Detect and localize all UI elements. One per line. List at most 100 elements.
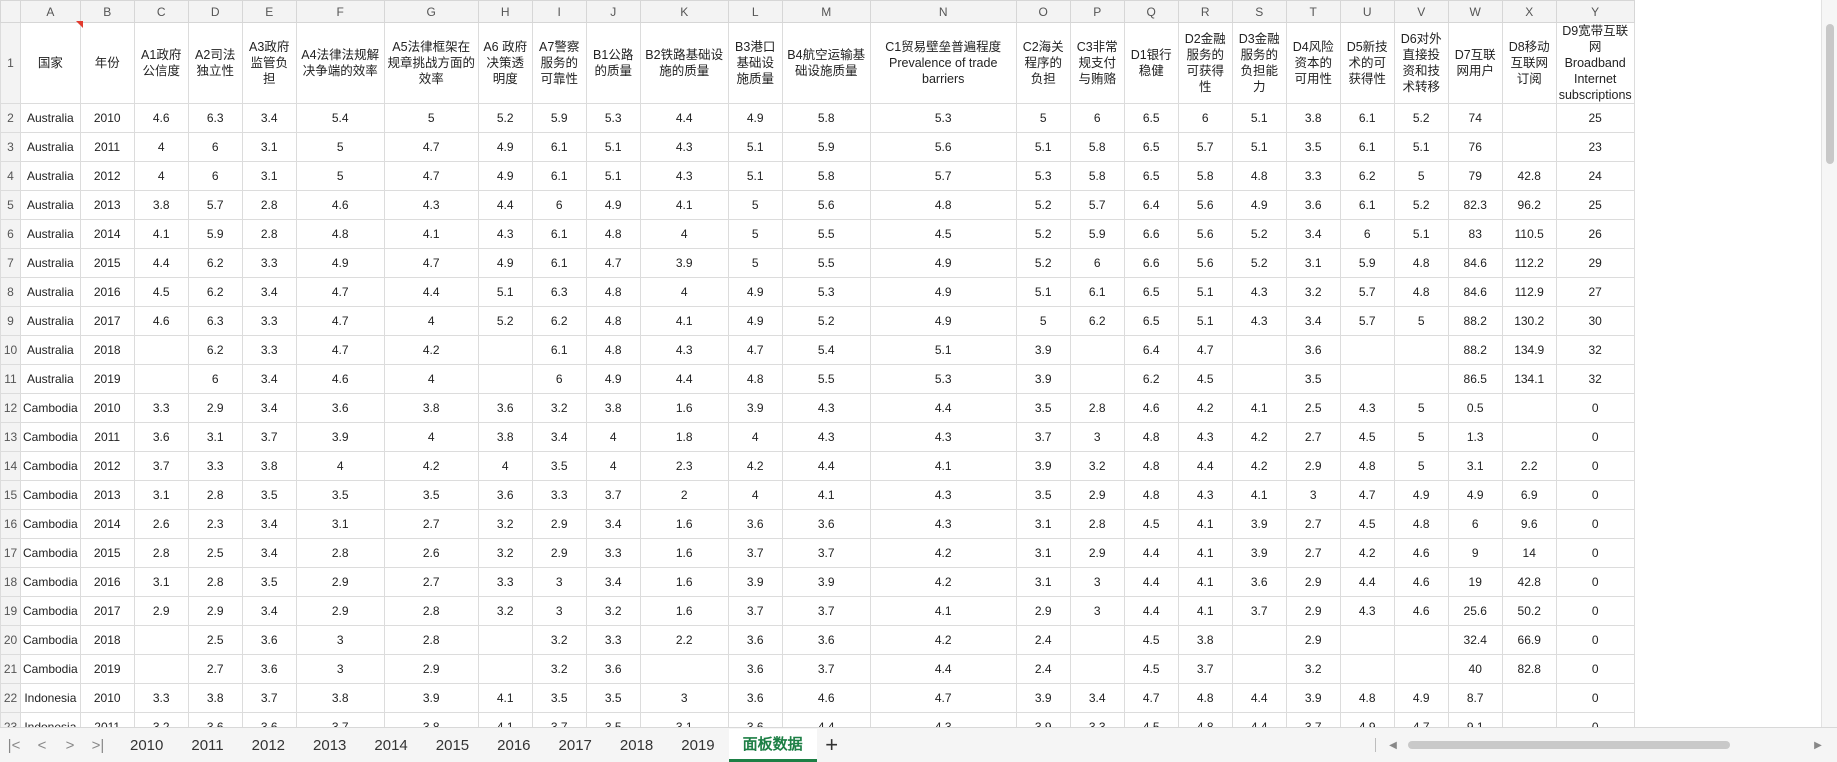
table-cell[interactable]: 3.7 — [241, 683, 297, 713]
table-cell[interactable]: 6 — [187, 364, 243, 394]
table-cell[interactable]: 3.5 — [1015, 480, 1071, 510]
table-cell[interactable]: 2.9 — [187, 393, 243, 423]
row-header[interactable]: 23 — [0, 712, 21, 727]
table-cell[interactable]: 4.2 — [1339, 538, 1395, 568]
table-cell[interactable]: 3.3 — [187, 451, 243, 481]
table-cell[interactable]: 2.8 — [187, 567, 243, 597]
table-cell[interactable]: 4.4 — [869, 393, 1017, 423]
column-header-t[interactable]: T — [1285, 0, 1341, 23]
table-cell[interactable]: 3.6 — [1285, 335, 1341, 365]
table-cell[interactable]: 4.4 — [1123, 538, 1179, 568]
table-cell[interactable]: 2.8 — [187, 480, 243, 510]
table-cell[interactable]: 3.3 — [585, 538, 641, 568]
table-cell[interactable]: 86.5 — [1447, 364, 1503, 394]
table-cell[interactable]: 5.2 — [477, 103, 533, 133]
table-cell[interactable]: 2.5 — [187, 625, 243, 655]
tab-sheet-9[interactable]: 2019 — [667, 729, 728, 762]
table-cell[interactable] — [1501, 683, 1557, 713]
table-cell[interactable]: 3.4 — [585, 509, 641, 539]
table-cell[interactable]: 3.4 — [531, 422, 587, 452]
table-cell[interactable]: 3.6 — [727, 654, 783, 684]
table-cell[interactable]: 2014 — [79, 509, 135, 539]
table-cell[interactable]: 5.2 — [781, 306, 871, 336]
table-cell[interactable]: 1.8 — [639, 422, 729, 452]
table-cell[interactable]: 2014 — [79, 219, 135, 249]
table-cell[interactable]: 3.8 — [241, 451, 297, 481]
table-cell[interactable]: 4.1 — [1177, 509, 1233, 539]
table-cell[interactable]: 2.9 — [1069, 538, 1125, 568]
table-cell[interactable]: 3.3 — [133, 393, 189, 423]
table-cell[interactable]: 5.1 — [869, 335, 1017, 365]
table-cell[interactable]: 6 — [187, 161, 243, 191]
table-cell[interactable]: 6.1 — [531, 161, 587, 191]
table-cell[interactable]: 3.1 — [241, 161, 297, 191]
table-cell[interactable]: 3.2 — [1285, 277, 1341, 307]
table-cell[interactable]: 134.1 — [1501, 364, 1557, 394]
table-cell[interactable]: 6.1 — [531, 132, 587, 162]
table-cell[interactable]: 3.8 — [295, 683, 385, 713]
table-cell[interactable]: 9.6 — [1501, 509, 1557, 539]
header-cell[interactable]: A1政府公信度 — [133, 22, 189, 104]
table-cell[interactable]: 3.3 — [133, 683, 189, 713]
table-cell[interactable]: 3.2 — [531, 393, 587, 423]
header-cell[interactable]: B1公路的质量 — [585, 22, 641, 104]
table-cell[interactable]: 4.2 — [869, 538, 1017, 568]
table-cell[interactable]: 3.4 — [241, 277, 297, 307]
scroll-left-icon[interactable]: ◀ — [1386, 740, 1400, 751]
table-cell[interactable]: 6 — [531, 364, 587, 394]
header-cell[interactable]: B3港口基础设施质量 — [727, 22, 783, 104]
table-cell[interactable]: 3.2 — [531, 654, 587, 684]
table-cell[interactable]: 5.2 — [1015, 219, 1071, 249]
table-cell[interactable]: 2.7 — [383, 567, 479, 597]
table-cell[interactable]: 50.2 — [1501, 596, 1557, 626]
table-cell[interactable]: 3.6 — [133, 422, 189, 452]
table-cell[interactable]: 3.1 — [133, 567, 189, 597]
table-cell[interactable]: 3.2 — [1285, 654, 1341, 684]
table-cell[interactable]: 4.5 — [1339, 422, 1395, 452]
table-cell[interactable]: 5.1 — [477, 277, 533, 307]
table-cell[interactable]: 3.5 — [585, 712, 641, 727]
column-header-b[interactable]: B — [79, 0, 135, 23]
table-cell[interactable]: 3.9 — [727, 567, 783, 597]
table-cell[interactable]: 3.4 — [241, 596, 297, 626]
table-cell[interactable]: 3.4 — [585, 567, 641, 597]
table-cell[interactable]: 4.8 — [1339, 451, 1395, 481]
table-cell[interactable] — [1231, 364, 1287, 394]
vertical-scroll-thumb[interactable] — [1826, 24, 1834, 164]
table-cell[interactable]: 2.9 — [1069, 480, 1125, 510]
table-cell[interactable]: 4.4 — [1123, 567, 1179, 597]
table-cell[interactable]: 3 — [1069, 422, 1125, 452]
table-cell[interactable]: 6.5 — [1123, 103, 1179, 133]
table-cell[interactable]: 3.8 — [1285, 103, 1341, 133]
table-cell[interactable]: 0 — [1555, 422, 1635, 452]
table-cell[interactable]: 19 — [1447, 567, 1503, 597]
table-cell[interactable]: Cambodia — [20, 509, 81, 539]
table-cell[interactable]: 5.2 — [1393, 103, 1449, 133]
table-cell[interactable]: 6 — [187, 132, 243, 162]
table-cell[interactable]: 4.1 — [1177, 596, 1233, 626]
table-cell[interactable]: 3.8 — [585, 393, 641, 423]
table-cell[interactable]: 5.2 — [1231, 248, 1287, 278]
column-header-w[interactable]: W — [1447, 0, 1503, 23]
table-cell[interactable]: 3.7 — [295, 712, 385, 727]
table-cell[interactable]: 3.7 — [1177, 654, 1233, 684]
table-cell[interactable]: 4.3 — [869, 480, 1017, 510]
table-cell[interactable]: 6.5 — [1123, 132, 1179, 162]
table-cell[interactable]: 4.3 — [383, 190, 479, 220]
table-cell[interactable]: 6.1 — [531, 335, 587, 365]
table-cell[interactable]: 2.9 — [1015, 596, 1071, 626]
table-cell[interactable]: Cambodia — [20, 422, 81, 452]
table-cell[interactable]: 0 — [1555, 451, 1635, 481]
table-cell[interactable]: 6.3 — [187, 306, 243, 336]
column-header-f[interactable]: F — [295, 0, 385, 23]
table-cell[interactable]: 5.1 — [1231, 103, 1287, 133]
table-cell[interactable]: 2.8 — [241, 219, 297, 249]
table-cell[interactable]: 4.3 — [1177, 480, 1233, 510]
table-cell[interactable]: 1.6 — [639, 509, 729, 539]
table-cell[interactable]: Australia — [20, 161, 81, 191]
table-cell[interactable]: 2.7 — [1285, 509, 1341, 539]
table-cell[interactable]: 4.6 — [1393, 567, 1449, 597]
table-cell[interactable]: 3.3 — [585, 625, 641, 655]
table-cell[interactable] — [1069, 335, 1125, 365]
table-cell[interactable]: 6.1 — [1339, 190, 1395, 220]
